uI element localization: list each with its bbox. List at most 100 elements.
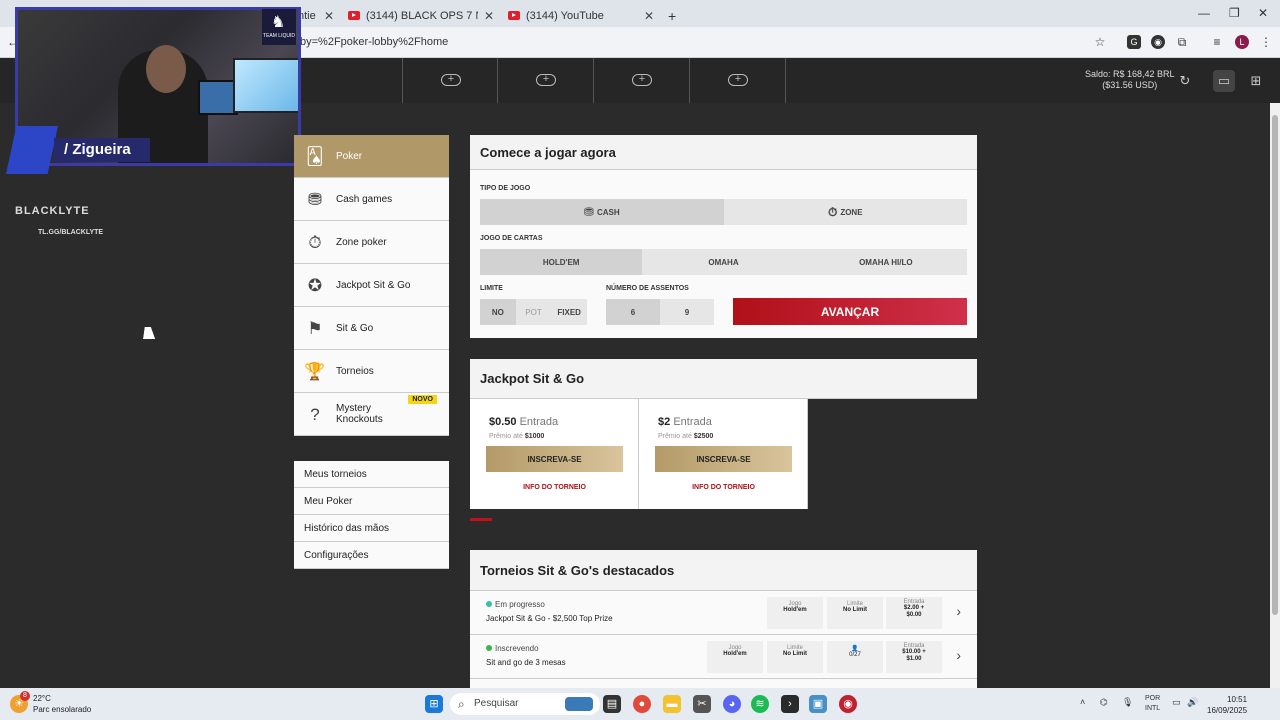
nav-item-sit-go[interactable]: ⚑ Sit & Go (294, 307, 449, 350)
chevron-up-icon[interactable]: ˄ (1080, 697, 1085, 707)
cell-value: $1.00 (906, 656, 922, 662)
buyin-amount: $0.50 (489, 416, 517, 428)
nav-configuracoes[interactable]: Configurações (294, 542, 449, 569)
spotify-icon[interactable]: ≋ (751, 695, 769, 713)
background-monitor (198, 80, 238, 115)
discord-icon[interactable]: ◕ (723, 695, 741, 713)
tab-close-icon[interactable]: ✕ (484, 9, 494, 23)
menu-dots-icon[interactable]: ⋮ (1259, 35, 1273, 49)
advance-button[interactable]: AVANÇAR (733, 298, 967, 325)
microphone-icon[interactable]: 🎙 (1122, 697, 1133, 708)
profile-avatar[interactable]: L (1235, 35, 1249, 49)
plus-icon: + (441, 74, 461, 86)
file-explorer-icon[interactable]: ▬ (663, 695, 681, 713)
entry-cell: Entrada $10.00 + $1.00 (886, 641, 942, 673)
jackpot-card: $0.50 Entrada Prêmio até $1000 INSCREVA-… (470, 399, 639, 509)
url-field[interactable]: by=%2Fpoker-lobby%2Fhome (300, 36, 448, 48)
chrome-icon[interactable]: ● (633, 695, 651, 713)
nav-meus-torneios[interactable]: Meus torneios (294, 461, 449, 488)
lobby-nav: 🂡 Poker ⛃ Cash games ⏱ Zone poker ✪ Jack… (294, 135, 449, 436)
streamer-name-badge: / Zigueira (6, 126, 150, 174)
quick-start-panel: Comece a jogar agora TIPO DE JOGO ⛃ CASH … (470, 135, 977, 338)
taskbar-clock[interactable]: 10:51 16/09/2025 (1207, 694, 1247, 716)
remote-desktop-icon[interactable]: ▣ (809, 695, 827, 713)
nav-item-cash-games[interactable]: ⛃ Cash games (294, 178, 449, 221)
mouse-cursor-icon (143, 327, 157, 339)
scrollbar-thumb[interactable] (1272, 115, 1278, 615)
register-button[interactable]: INSCREVA-SE (655, 446, 792, 472)
jackpot-card: $2 Entrada Prêmio até $2500 INSCREVA-SE … (639, 399, 808, 509)
terminal-icon[interactable]: › (781, 695, 799, 713)
nav-item-jackpot-sit-go[interactable]: ✪ Jackpot Sit & Go (294, 264, 449, 307)
bookmark-star-icon[interactable]: ☆ (1093, 35, 1107, 49)
seats-6[interactable]: 6 (606, 299, 660, 325)
table-slot[interactable]: + (497, 58, 593, 103)
page-scrollbar[interactable] (1270, 103, 1280, 688)
new-tab-button[interactable]: + (660, 4, 684, 27)
nav-meu-poker[interactable]: Meu Poker (294, 488, 449, 515)
table-row[interactable]: Em progresso Jackpot Sit & Go - $2,500 T… (470, 591, 977, 635)
card-game-holdem[interactable]: HOLD'EM (480, 249, 643, 275)
obs-record-icon[interactable]: ◉ (839, 695, 857, 713)
browser-tab-2[interactable]: (3144) BLACK OPS 7 NÃO PARA ✕ (340, 4, 500, 27)
nav-item-mystery-knockouts[interactable]: ? Mystery Knockouts NOVO (294, 393, 449, 436)
players-cell: 👤 0/27 (827, 641, 883, 673)
nav-item-poker[interactable]: 🂡 Poker (294, 135, 449, 178)
media-control-icon[interactable]: ≡ (1210, 35, 1224, 49)
windows-start-icon[interactable]: ⊞ (425, 695, 443, 713)
snipping-tool-icon[interactable]: ✂ (693, 695, 711, 713)
tournament-info-link[interactable]: INFO DO TORNEIO (470, 484, 639, 491)
volume-icon[interactable]: 🔊 (1187, 697, 1198, 708)
nav-item-torneios[interactable]: 🏆 Torneios (294, 350, 449, 393)
buyin-label: Entrada (519, 416, 559, 428)
nav-item-label: Poker (336, 150, 363, 162)
limit-pot[interactable]: POT (516, 299, 552, 325)
cell-value: $10.00 + (902, 649, 926, 655)
team-liquid-logo: TEAM LIQUID (262, 9, 296, 45)
weather-widget[interactable]: 22°C Parc ensolarado (33, 693, 91, 715)
minimize-button[interactable]: — (1198, 6, 1210, 20)
tournament-info-link[interactable]: INFO DO TORNEIO (639, 484, 808, 491)
refresh-balance-icon[interactable]: ↻ (1174, 70, 1196, 92)
option-label: CASH (596, 207, 620, 217)
table-row[interactable]: Inscrevendo Sit and go de 3 mesas Jogo Ho… (470, 635, 977, 679)
close-window-button[interactable]: ✕ (1258, 6, 1268, 20)
extensions-puzzle-icon[interactable]: ⧉ (1175, 35, 1189, 49)
single-view-icon[interactable]: ▭ (1213, 70, 1235, 92)
card-game-omaha[interactable]: OMAHA (642, 249, 804, 275)
nav-historico-maos[interactable]: Histórico das mãos (294, 515, 449, 542)
limit-fixed[interactable]: FIXED (551, 299, 587, 325)
game-type-zone[interactable]: ⏱ ZONE (724, 199, 968, 225)
seats-9[interactable]: 9 (660, 299, 714, 325)
nav-item-zone-poker[interactable]: ⏱ Zone poker (294, 221, 449, 264)
language-indicator[interactable]: POR INTL (1145, 694, 1160, 714)
card-game-omaha-hilo[interactable]: OMAHA HI/LO (805, 249, 967, 275)
chevron-right-icon[interactable]: › (956, 647, 961, 663)
extension-icon[interactable]: ◉ (1151, 35, 1165, 49)
grid-view-icon[interactable]: ⊞ (1245, 70, 1267, 92)
extension-icon[interactable]: G (1127, 35, 1141, 49)
register-button[interactable]: INSCREVA-SE (486, 446, 623, 472)
mystery-bag-icon: ? (310, 405, 320, 424)
weather-desc: Parc ensolarado (33, 705, 92, 714)
table-slot[interactable]: + (402, 58, 498, 103)
status-dot-icon (486, 645, 492, 651)
nav-item-label: Sit & Go (336, 322, 374, 334)
plus-icon: + (632, 74, 652, 86)
cell-value: Hold'em (783, 607, 807, 613)
stopwatch-icon: ⏱ (308, 233, 322, 252)
limit-no[interactable]: NO (480, 299, 516, 325)
display-icon[interactable]: ▭ (1172, 697, 1181, 708)
game-type-cash[interactable]: ⛃ CASH (480, 199, 724, 225)
restore-button[interactable]: ❐ (1229, 6, 1240, 20)
table-slot[interactable]: + (689, 58, 785, 103)
table-slot[interactable]: + (593, 58, 689, 103)
chevron-right-icon[interactable]: › (956, 603, 961, 619)
browser-tab-3[interactable]: (3144) YouTube ✕ (500, 4, 660, 27)
tab-close-icon[interactable]: ✕ (324, 9, 334, 23)
network-icon[interactable]: ⌬ (1100, 697, 1108, 708)
tab-close-icon[interactable]: ✕ (644, 9, 654, 23)
row-name: Jackpot Sit & Go - $2,500 Top Prize (486, 614, 613, 623)
task-view-icon[interactable]: ▤ (603, 695, 621, 713)
stopwatch-icon: ⏱ (827, 204, 838, 219)
